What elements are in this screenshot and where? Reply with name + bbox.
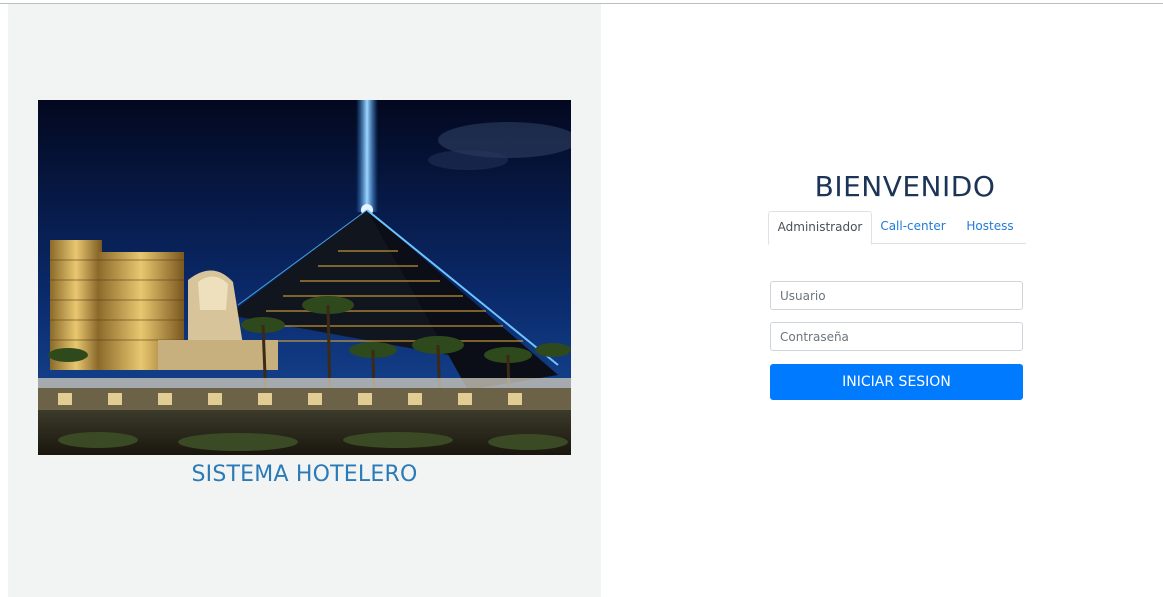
password-input[interactable] xyxy=(770,322,1023,351)
hero-image xyxy=(38,100,571,455)
login-form: BIENVENIDO Administrador Call-center Hos… xyxy=(768,170,1028,400)
login-button[interactable]: INICIAR SESION xyxy=(770,364,1023,400)
brand-title: SISTEMA HOTELERO xyxy=(191,462,418,487)
tab-hostess[interactable]: Hostess xyxy=(958,211,1022,244)
welcome-heading: BIENVENIDO xyxy=(814,170,996,203)
tab-administrador[interactable]: Administrador xyxy=(768,211,872,245)
username-input[interactable] xyxy=(770,281,1023,310)
tab-call-center[interactable]: Call-center xyxy=(874,211,952,244)
brand-panel: SISTEMA HOTELERO xyxy=(8,4,601,597)
role-tabs: Administrador Call-center Hostess xyxy=(768,211,1026,245)
hotel-night-photo xyxy=(38,100,571,455)
